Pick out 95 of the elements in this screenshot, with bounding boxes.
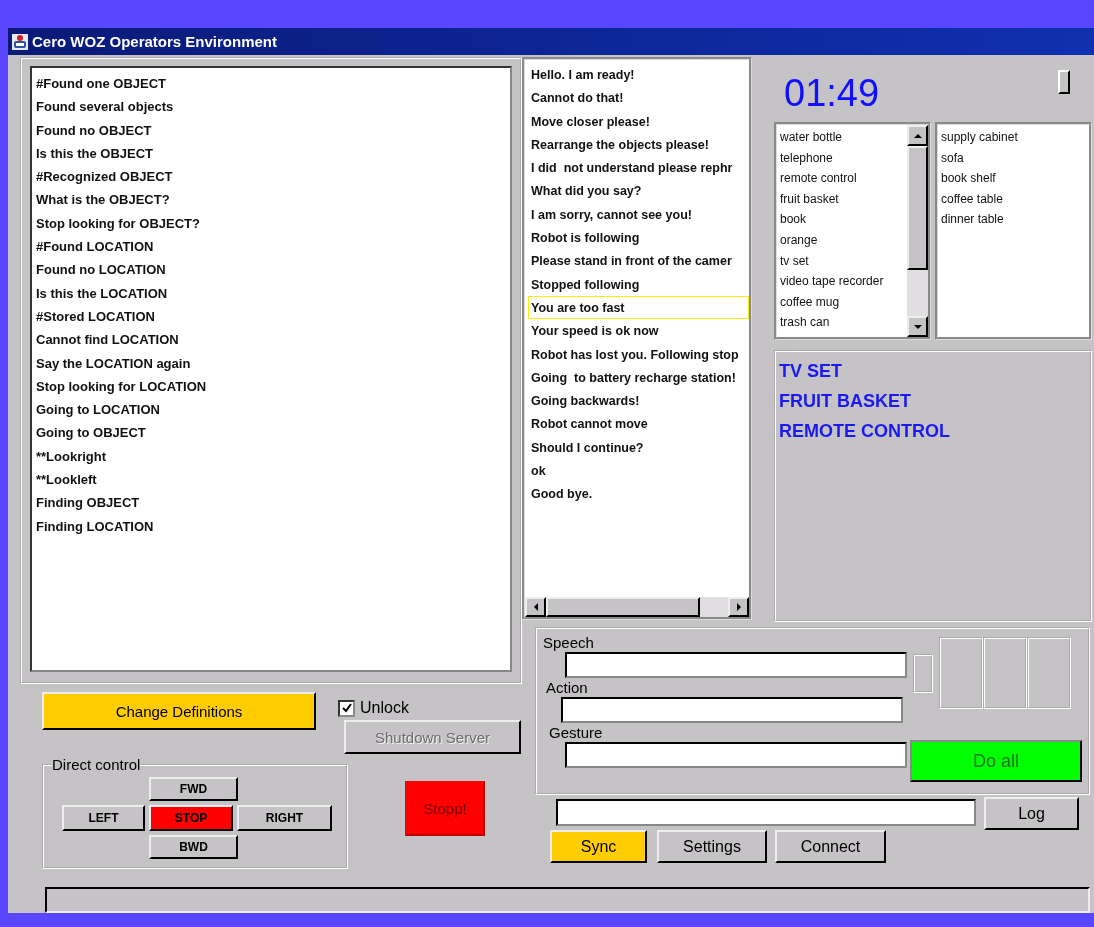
- log-button[interactable]: Log: [984, 797, 1079, 830]
- command-item[interactable]: **Lookleft: [36, 468, 510, 492]
- horizontal-scrollbar[interactable]: [525, 597, 749, 617]
- phrase-item[interactable]: Should I continue?: [528, 435, 749, 460]
- scroll-thumb[interactable]: [907, 146, 928, 270]
- toolbar-button[interactable]: Connect: [775, 830, 886, 863]
- small-button[interactable]: [1058, 70, 1070, 94]
- phrase-item[interactable]: Your speed is ok now: [528, 319, 749, 343]
- direction-button[interactable]: RIGHT: [237, 805, 332, 831]
- phrase-item[interactable]: Robot cannot move: [528, 412, 749, 436]
- phrase-item[interactable]: I did not understand please rephr: [528, 156, 749, 180]
- indicator-box: [913, 653, 933, 693]
- selected-item: TV SET: [779, 360, 843, 383]
- field-label: Gesture: [549, 723, 604, 742]
- phrase-item[interactable]: Move closer please!: [528, 109, 749, 133]
- location-item[interactable]: book shelf: [941, 168, 1089, 189]
- display-pane: [983, 637, 1027, 709]
- phrase-item[interactable]: Rearrange the objects please!: [528, 132, 749, 157]
- checkbox[interactable]: [338, 699, 355, 717]
- object-item[interactable]: remote control: [780, 168, 907, 189]
- command-item[interactable]: Found several objects: [36, 95, 510, 119]
- unlock-checkbox[interactable]: Unlock: [338, 699, 521, 717]
- command-item[interactable]: Say the LOCATION again: [36, 351, 510, 375]
- object-item[interactable]: book: [780, 209, 907, 230]
- check-icon: [341, 703, 352, 713]
- scroll-right-button[interactable]: [728, 597, 749, 617]
- command-item[interactable]: **Lookright: [36, 444, 510, 469]
- phrase-item[interactable]: Good bye.: [528, 482, 749, 506]
- do-all-button[interactable]: Do all: [910, 740, 1082, 782]
- timer: 01:49: [784, 72, 880, 114]
- direction-button[interactable]: BWD: [149, 835, 238, 859]
- object-item[interactable]: trash can: [780, 312, 907, 333]
- command-item[interactable]: #Found LOCATION: [36, 235, 510, 259]
- location-item[interactable]: coffee table: [941, 188, 1089, 210]
- phrase-item[interactable]: I am sorry, cannot see you!: [528, 202, 749, 227]
- display-pane: [1027, 637, 1071, 709]
- object-item[interactable]: coffee mug: [780, 291, 907, 313]
- phrase-item[interactable]: ok: [528, 459, 749, 483]
- command-item[interactable]: Is this the LOCATION: [36, 281, 510, 305]
- window-title: Cero WOZ Operators Environment: [32, 33, 278, 50]
- command-item[interactable]: Stop looking for LOCATION: [36, 374, 510, 399]
- command-item[interactable]: Going to OBJECT: [36, 421, 510, 445]
- command-item[interactable]: #Stored LOCATION: [36, 304, 510, 329]
- phrase-item[interactable]: Going backwards!: [528, 389, 749, 413]
- object-item[interactable]: water bottle: [780, 127, 907, 148]
- toolbar-button[interactable]: Sync: [550, 830, 647, 863]
- selected-item: REMOTE CONTROL: [779, 420, 951, 443]
- vertical-scrollbar[interactable]: [907, 125, 928, 337]
- location-item[interactable]: sofa: [941, 147, 1089, 169]
- field-label: Action: [546, 678, 589, 697]
- input-field[interactable]: [565, 652, 907, 678]
- phrase-item[interactable]: You are too fast: [528, 295, 749, 320]
- command-item[interactable]: Is this the OBJECT: [36, 141, 510, 166]
- location-item[interactable]: dinner table: [941, 209, 1089, 230]
- log-field[interactable]: [556, 799, 976, 826]
- command-item[interactable]: What is the OBJECT?: [36, 188, 510, 212]
- group-title: Direct control: [52, 756, 141, 773]
- command-item[interactable]: Found no OBJECT: [36, 118, 510, 142]
- command-item[interactable]: Finding LOCATION: [36, 514, 510, 538]
- object-item[interactable]: fruit basket: [780, 188, 907, 210]
- input-field[interactable]: [561, 697, 903, 723]
- selected-item: FRUIT BASKET: [779, 390, 912, 413]
- phrase-item[interactable]: Robot is following: [528, 226, 749, 250]
- command-item[interactable]: Stop looking for OBJECT?: [36, 211, 510, 236]
- object-item[interactable]: tv set: [780, 250, 907, 272]
- scroll-down-button[interactable]: [907, 316, 928, 337]
- phrase-item[interactable]: Cannot do that!: [528, 86, 749, 110]
- phrase-item[interactable]: Robot has lost you. Following stop: [528, 342, 749, 366]
- direction-button[interactable]: STOP: [149, 805, 233, 831]
- change-definitions-button[interactable]: Change Definitions: [42, 692, 316, 730]
- command-item[interactable]: Finding OBJECT: [36, 491, 510, 515]
- command-item[interactable]: Going to LOCATION: [36, 398, 510, 422]
- scroll-thumb[interactable]: [546, 597, 700, 617]
- location-item[interactable]: supply cabinet: [941, 127, 1089, 148]
- phrase-item[interactable]: Please stand in front of the camer: [528, 249, 749, 273]
- object-item[interactable]: orange: [780, 229, 907, 251]
- direction-button[interactable]: LEFT: [62, 805, 145, 831]
- direction-button[interactable]: FWD: [149, 777, 238, 801]
- object-item[interactable]: telephone: [780, 147, 907, 169]
- command-item[interactable]: #Recognized OBJECT: [36, 165, 510, 189]
- object-item[interactable]: video tape recorder: [780, 271, 907, 292]
- command-item[interactable]: #Found one OBJECT: [36, 72, 510, 96]
- field-label: Speech: [543, 633, 595, 652]
- command-item[interactable]: Cannot find LOCATION: [36, 328, 510, 352]
- phrase-item[interactable]: Hello. I am ready!: [528, 63, 749, 87]
- phrase-item[interactable]: What did you say?: [528, 179, 749, 203]
- toolbar-button[interactable]: Settings: [657, 830, 767, 863]
- app-icon: [12, 33, 28, 50]
- phrase-item[interactable]: Going to battery recharge station!: [528, 365, 749, 390]
- command-item[interactable]: Found no LOCATION: [36, 258, 510, 282]
- input-field[interactable]: [565, 742, 907, 768]
- display-pane: [939, 637, 983, 709]
- scroll-left-button[interactable]: [525, 597, 546, 617]
- scroll-up-button[interactable]: [907, 125, 928, 146]
- phrase-item[interactable]: Stopped following: [528, 272, 749, 296]
